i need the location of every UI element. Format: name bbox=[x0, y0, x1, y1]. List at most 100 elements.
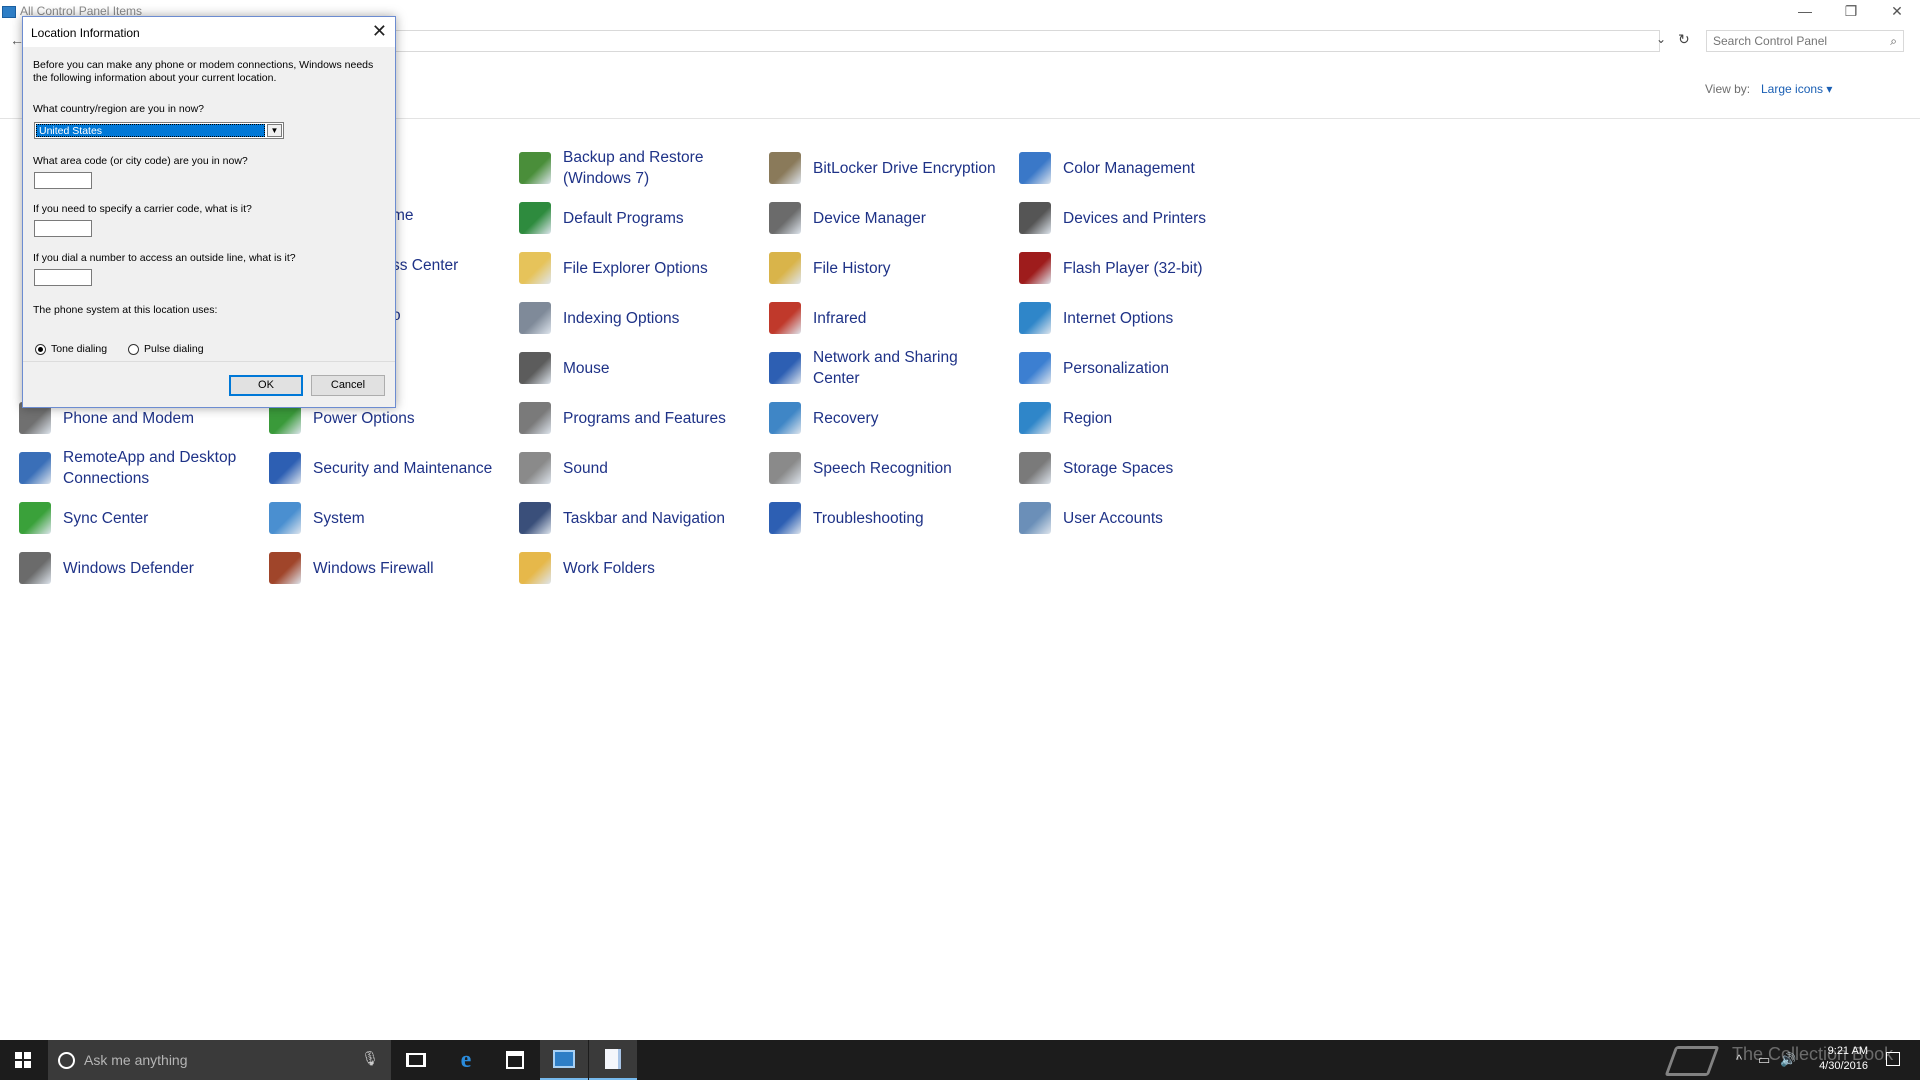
cp-item-label: Flash Player (32-bit) bbox=[1063, 259, 1203, 277]
microphone-icon[interactable]: 🎙 bbox=[361, 1050, 379, 1067]
cp-item-label: Internet Options bbox=[1063, 309, 1174, 327]
search-input[interactable] bbox=[1713, 34, 1873, 48]
cp-item-programs-features[interactable]: Programs and Features bbox=[500, 395, 750, 441]
clock-time: 9:21 AM bbox=[1827, 1045, 1868, 1057]
cp-item-windows-defender[interactable]: Windows Defender bbox=[0, 545, 250, 591]
cp-item-sound[interactable]: Sound bbox=[500, 445, 750, 491]
country-select[interactable]: United States ▼ bbox=[34, 122, 284, 139]
outside-line-input[interactable] bbox=[34, 269, 92, 286]
user-accounts-icon bbox=[1019, 502, 1051, 534]
pulse-dialing-radio[interactable] bbox=[128, 343, 139, 355]
minimize-button[interactable]: — bbox=[1782, 0, 1828, 22]
troubleshooting-icon bbox=[769, 502, 801, 534]
indexing-options-icon bbox=[519, 302, 551, 334]
dialog-divider bbox=[23, 361, 395, 362]
cp-item-label: Work Folders bbox=[563, 559, 655, 577]
carrier-code-input[interactable] bbox=[34, 220, 92, 237]
volume-icon[interactable]: 🔊 bbox=[1780, 1052, 1796, 1068]
cp-item-label: System bbox=[313, 509, 365, 527]
programs-features-icon bbox=[519, 402, 551, 434]
cp-item-security-maintenance[interactable]: Security and Maintenance bbox=[250, 445, 500, 491]
cp-item-recovery[interactable]: Recovery bbox=[750, 395, 1000, 441]
system-icon bbox=[269, 502, 301, 534]
area-code-input[interactable] bbox=[34, 172, 92, 189]
color-management-icon bbox=[1019, 152, 1051, 184]
phone-system-question: The phone system at this location uses: bbox=[33, 304, 218, 316]
cp-item-sync-center[interactable]: Sync Center bbox=[0, 495, 250, 541]
control-panel-icon bbox=[2, 6, 16, 18]
pulse-dialing-option[interactable]: Pulse dialing bbox=[128, 343, 204, 355]
cp-item-network-sharing[interactable]: Network and Sharing Center bbox=[750, 345, 1000, 391]
cp-item-infrared[interactable]: Infrared bbox=[750, 295, 1000, 341]
dialog-intro: Before you can make any phone or modem c… bbox=[33, 59, 374, 84]
cp-item-indexing-options[interactable]: Indexing Options bbox=[500, 295, 750, 341]
windows-logo-icon bbox=[15, 1052, 31, 1068]
control-panel-taskbar-button[interactable] bbox=[540, 1040, 588, 1080]
cp-item-flash-player[interactable]: Flash Player (32-bit) bbox=[1000, 245, 1250, 291]
cp-item-bitlocker[interactable]: BitLocker Drive Encryption bbox=[750, 145, 1000, 191]
cp-item-label: Infrared bbox=[813, 309, 867, 327]
cp-item-label: Sound bbox=[563, 459, 608, 477]
cp-item-default-programs[interactable]: Default Programs bbox=[500, 195, 750, 241]
chevron-down-icon[interactable]: ▼ bbox=[267, 124, 282, 137]
storage-spaces-icon bbox=[1019, 452, 1051, 484]
view-by-label: View by: bbox=[1705, 82, 1751, 96]
cp-item-devices-printers[interactable]: Devices and Printers bbox=[1000, 195, 1250, 241]
cp-item-storage-spaces[interactable]: Storage Spaces bbox=[1000, 445, 1250, 491]
cp-item-troubleshooting[interactable]: Troubleshooting bbox=[750, 495, 1000, 541]
network-icon[interactable]: ▭ bbox=[1758, 1052, 1770, 1068]
cp-item-internet-options[interactable]: Internet Options bbox=[1000, 295, 1250, 341]
chevron-up-icon[interactable]: ^ bbox=[1736, 1052, 1742, 1067]
clock[interactable]: 9:21 AM 4/30/2016 bbox=[1798, 1044, 1868, 1074]
edge-button[interactable]: e bbox=[442, 1040, 490, 1080]
store-button[interactable] bbox=[491, 1040, 539, 1080]
tone-dialing-radio[interactable] bbox=[35, 343, 46, 355]
device-manager-icon bbox=[769, 202, 801, 234]
cp-item-label: Indexing Options bbox=[563, 309, 680, 327]
view-by-dropdown[interactable]: Large icons ▾ bbox=[1761, 82, 1832, 96]
restore-button[interactable]: ❐ bbox=[1828, 0, 1874, 22]
task-view-button[interactable] bbox=[392, 1040, 440, 1080]
cortana-search-box[interactable]: Ask me anything 🎙 bbox=[48, 1040, 391, 1080]
cp-item-speech-recognition[interactable]: Speech Recognition bbox=[750, 445, 1000, 491]
cp-item-backup-restore[interactable]: Backup and Restore (Windows 7) bbox=[500, 145, 750, 191]
cp-item-region[interactable]: Region bbox=[1000, 395, 1250, 441]
cp-item-label: Mouse bbox=[563, 359, 610, 377]
cp-item-file-explorer-options[interactable]: File Explorer Options bbox=[500, 245, 750, 291]
cp-item-remoteapp[interactable]: RemoteApp and Desktop Connections bbox=[0, 445, 250, 491]
cp-item-label: Device Manager bbox=[813, 209, 926, 227]
close-icon[interactable]: ✕ bbox=[372, 21, 387, 42]
chevron-down-icon[interactable]: ⌄ bbox=[1656, 32, 1666, 46]
cp-item-windows-firewall[interactable]: Windows Firewall bbox=[250, 545, 500, 591]
cp-item-color-management[interactable]: Color Management bbox=[1000, 145, 1250, 191]
refresh-icon[interactable]: ↻ bbox=[1678, 31, 1690, 48]
ok-button[interactable]: OK bbox=[229, 375, 303, 396]
partial-item-label[interactable]: ss Center bbox=[392, 257, 458, 275]
cp-item-file-history[interactable]: File History bbox=[750, 245, 1000, 291]
notepad-taskbar-button[interactable] bbox=[589, 1040, 637, 1080]
cancel-button[interactable]: Cancel bbox=[311, 375, 385, 396]
cp-item-taskbar-navigation[interactable]: Taskbar and Navigation bbox=[500, 495, 750, 541]
cp-item-label: File Explorer Options bbox=[563, 259, 708, 277]
cp-item-label: Region bbox=[1063, 409, 1113, 427]
cp-item-device-manager[interactable]: Device Manager bbox=[750, 195, 1000, 241]
search-icon[interactable]: ⌕ bbox=[1890, 34, 1897, 49]
start-button[interactable] bbox=[0, 1040, 46, 1080]
close-window-button[interactable]: ✕ bbox=[1874, 0, 1920, 22]
cp-item-system[interactable]: System bbox=[250, 495, 500, 541]
cp-item-user-accounts[interactable]: User Accounts bbox=[1000, 495, 1250, 541]
cp-item-label: Backup and Restore (Windows 7) bbox=[563, 149, 704, 187]
search-box[interactable]: ⌕ bbox=[1706, 30, 1904, 52]
work-folders-icon bbox=[519, 552, 551, 584]
cp-item-label: Windows Firewall bbox=[313, 559, 434, 577]
cp-item-mouse[interactable]: Mouse bbox=[500, 345, 750, 391]
action-center-icon[interactable] bbox=[1886, 1052, 1900, 1066]
tone-dialing-option[interactable]: Tone dialing bbox=[35, 343, 107, 355]
watermark-book-icon bbox=[1664, 1046, 1720, 1076]
cp-item-personalization[interactable]: Personalization bbox=[1000, 345, 1250, 391]
speech-recognition-icon bbox=[769, 452, 801, 484]
cp-item-work-folders[interactable]: Work Folders bbox=[500, 545, 750, 591]
cp-item-label: Troubleshooting bbox=[813, 509, 924, 527]
default-programs-icon bbox=[519, 202, 551, 234]
location-information-dialog: Location Information ✕ Before you can ma… bbox=[22, 16, 396, 408]
